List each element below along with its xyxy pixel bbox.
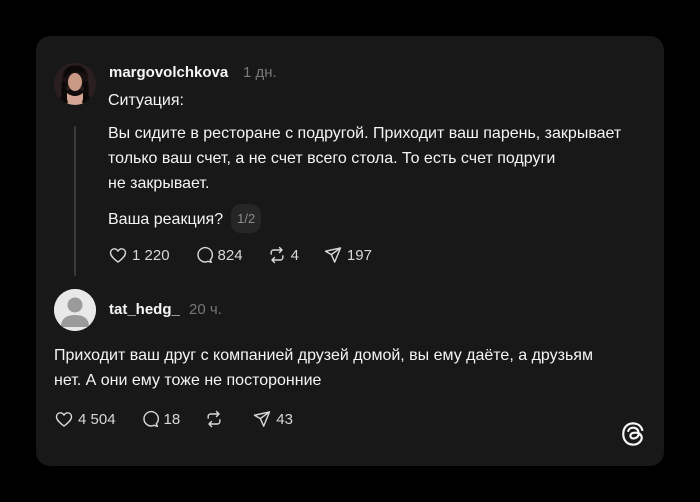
- threads-post-card: margovolchkova 1 дн. Ситуация: Вы сидите…: [36, 36, 664, 466]
- post-text-line: Вы сидите в ресторане с подругой. Приход…: [108, 125, 622, 142]
- post-actions: 1 220 824 4 197: [108, 244, 396, 266]
- post-time: 1 дн.: [243, 64, 277, 81]
- repost-icon: [270, 246, 284, 264]
- repost-button[interactable]: 4: [267, 245, 299, 265]
- reply-text-line: Приходит ваш друг с компанией друзей дом…: [54, 347, 593, 364]
- send-icon: [254, 411, 271, 427]
- page-counter-badge: 1/2: [231, 204, 262, 233]
- repost-count: 4: [290, 246, 299, 264]
- post-question: Ваша реакция? 1/2: [108, 204, 262, 233]
- threads-logo-icon: [622, 422, 644, 446]
- post-text-line: только ваш счет, а не счет всего стола. …: [108, 150, 556, 167]
- reply-repost-button[interactable]: [204, 409, 228, 429]
- avatar[interactable]: [54, 63, 96, 105]
- reply-avatar[interactable]: [54, 289, 96, 331]
- heart-icon: [109, 248, 127, 263]
- default-avatar-icon: [54, 289, 96, 331]
- share-button[interactable]: 197: [323, 245, 372, 265]
- like-count: 1 220: [132, 246, 170, 264]
- reply-actions: 4 504 18 43: [54, 408, 317, 430]
- reply-like-count: 4 504: [78, 410, 116, 428]
- like-button[interactable]: 1 220: [108, 245, 170, 265]
- post-question-text: Ваша реакция?: [108, 211, 224, 228]
- send-icon: [324, 247, 342, 263]
- reply-like-button[interactable]: 4 504: [54, 409, 116, 429]
- thread-line: [74, 126, 76, 276]
- comment-button[interactable]: 824: [194, 245, 243, 265]
- reply-comment-button[interactable]: 18: [140, 409, 181, 429]
- profile-photo: [54, 63, 96, 105]
- reply-text-line: нет. А они ему тоже не посторонние: [54, 372, 322, 389]
- post-username[interactable]: margovolchkova: [109, 64, 228, 81]
- reply-time: 20 ч.: [189, 301, 222, 318]
- reply-share-button[interactable]: 43: [252, 409, 293, 429]
- reply-comment-count: 18: [163, 410, 181, 428]
- post-text-line: не закрывает.: [108, 175, 210, 192]
- heart-icon: [55, 412, 73, 427]
- comment-icon: [142, 410, 159, 428]
- reply-share-count: 43: [276, 410, 293, 428]
- comment-count: 824: [217, 246, 243, 264]
- post-text-line: Ситуация:: [108, 92, 184, 109]
- comment-icon: [196, 246, 213, 264]
- share-count: 197: [346, 246, 372, 264]
- reply-username[interactable]: tat_hedg_: [109, 301, 180, 318]
- repost-icon: [207, 410, 221, 428]
